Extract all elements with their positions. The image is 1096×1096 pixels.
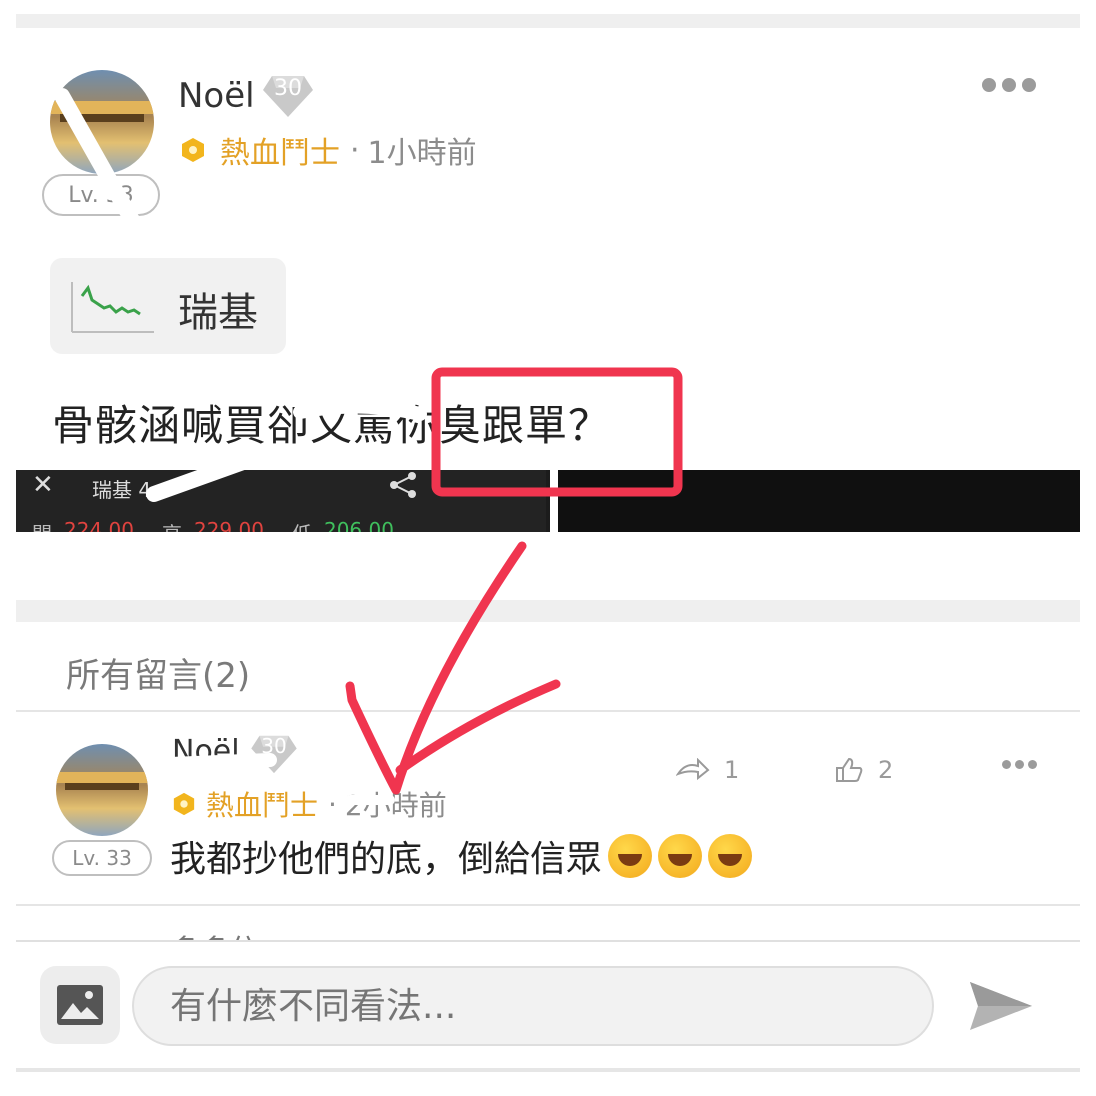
- author-name[interactable]: Noël: [178, 76, 255, 116]
- comment-input[interactable]: [132, 966, 934, 1046]
- bottom-divider: [16, 1068, 1080, 1072]
- author-rank-row: 熱血鬥士 · 1小時前: [180, 128, 477, 172]
- rolling-laughing-emoji-icon: [608, 834, 653, 878]
- comment-badge-number: 30: [261, 734, 287, 758]
- attach-image-button[interactable]: [40, 966, 120, 1044]
- stock-tag-label: 瑞基: [178, 290, 258, 336]
- comment-rank-name: 熱血鬥士: [206, 789, 319, 822]
- more-icon[interactable]: [982, 78, 1036, 92]
- reply-count: 1: [724, 756, 740, 784]
- annotation-overlay: [54, 88, 906, 805]
- diamond-badge-icon: 30: [262, 74, 314, 118]
- comment-level-badge: Lv. 33: [52, 840, 152, 876]
- like-icon: [836, 757, 863, 782]
- price-label-open: 開: [32, 518, 52, 532]
- price-label-low: 低: [292, 518, 312, 532]
- price-label-high: 高: [162, 518, 182, 532]
- comment-level-text: Lv. 33: [72, 846, 132, 870]
- like-count: 2: [878, 756, 894, 784]
- reply-icon: [676, 758, 710, 781]
- rolling-laughing-emoji-icon: [708, 834, 753, 878]
- stock-tag-chip[interactable]: 瑞基: [50, 258, 286, 354]
- comment-time-separator: ·: [328, 787, 337, 821]
- time-separator: ·: [350, 132, 360, 168]
- author-avatar[interactable]: [50, 70, 154, 174]
- screenshot-divider: [550, 470, 558, 532]
- screenshot-right-panel: [558, 470, 1080, 532]
- comment-author-avatar[interactable]: [56, 744, 148, 836]
- rank-name: 熱血鬥士: [220, 136, 340, 171]
- price-value-low: 206.00: [323, 518, 394, 532]
- stock-chart-icon: [71, 282, 154, 333]
- comment-time: 2小時前: [344, 789, 447, 822]
- like-button[interactable]: 2: [834, 756, 893, 784]
- price-value-high: 229.00: [193, 518, 264, 532]
- comment-rank-row: 熱血鬥士 · 2小時前: [172, 784, 447, 824]
- author-level-badge: Lv. 33: [42, 174, 160, 216]
- rank-icon: [182, 138, 204, 162]
- next-comment-preview: 多多依: [170, 926, 260, 940]
- top-divider: [16, 14, 1080, 28]
- diamond-badge-icon: 30: [250, 734, 298, 774]
- section-divider: [16, 600, 1080, 622]
- level-text: Lv. 33: [68, 182, 134, 208]
- comment-divider: [16, 904, 1080, 906]
- comments-divider: [16, 710, 1080, 712]
- comment-body: 我都抄他們的底，倒給信眾: [170, 830, 753, 882]
- image-icon: [57, 985, 103, 1025]
- comment-more-icon[interactable]: [1002, 760, 1037, 769]
- badge-number: 30: [274, 76, 302, 101]
- post-body: 骨骸涵喊買卻又罵你臭跟單？: [52, 401, 612, 450]
- price-value-open: 224.00: [64, 518, 134, 532]
- comment-author-name[interactable]: Noël: [172, 734, 240, 769]
- rank-icon: [173, 792, 195, 816]
- screenshot-price-row: 開 224.00 高 229.00 低 206.00: [32, 518, 394, 532]
- attached-screenshot[interactable]: ✕ 瑞基 4 開 224.00 高 229.00 低 206.00: [16, 470, 1080, 532]
- reply-button[interactable]: 1: [676, 756, 739, 784]
- post-time: 1小時前: [367, 136, 477, 171]
- share-icon: [390, 472, 416, 498]
- screenshot-title: 瑞基 4: [92, 478, 152, 502]
- comment-text: 我都抄他們的底，倒給信眾: [170, 839, 603, 880]
- send-icon[interactable]: [966, 976, 1036, 1036]
- comments-header: 所有留言(2): [66, 656, 251, 696]
- screenshot-close-icon: ✕: [32, 470, 54, 500]
- rolling-laughing-emoji-icon: [658, 834, 703, 878]
